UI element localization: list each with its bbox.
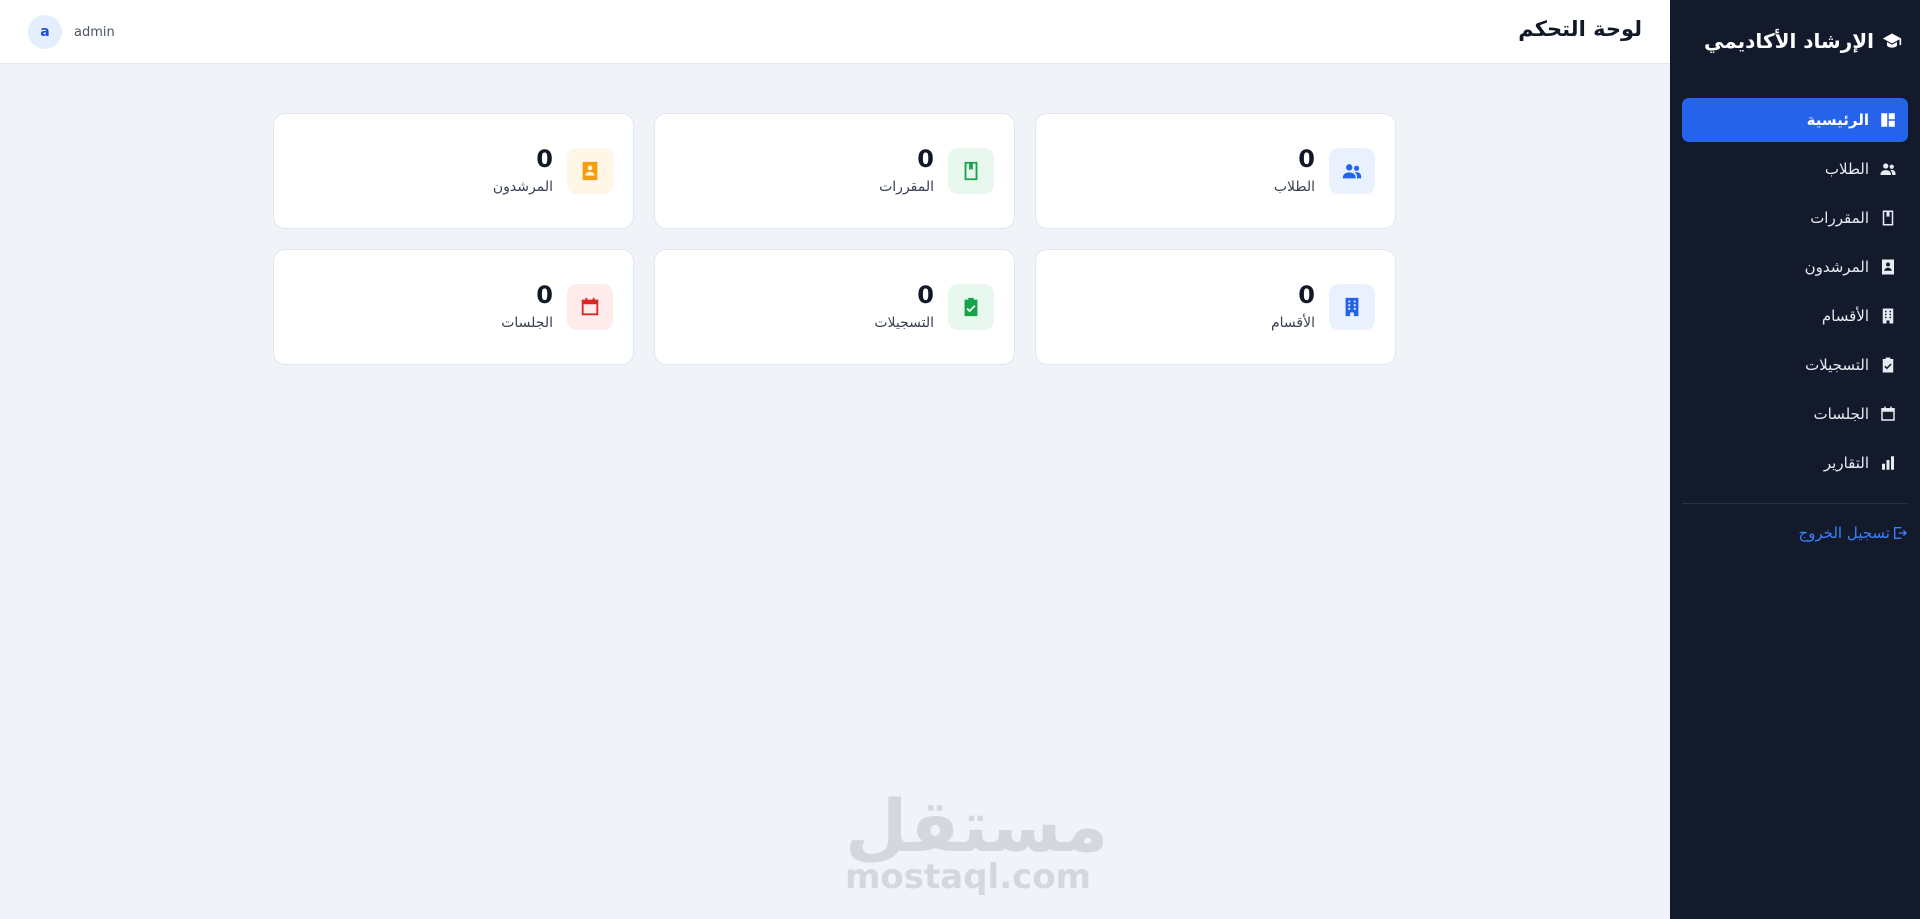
username: admin bbox=[74, 24, 115, 40]
sidebar-item-reports[interactable]: التقارير bbox=[1682, 441, 1908, 485]
user-menu[interactable]: a admin bbox=[28, 15, 115, 49]
watermark-latin: mostaql.com bbox=[845, 857, 1092, 897]
sidebar: الإرشاد الأكاديمي الرئيسية الطلاب المقرر… bbox=[1670, 0, 1920, 919]
stat-card-students[interactable]: 0 الطلاب bbox=[1035, 113, 1396, 229]
sidebar-item-home[interactable]: الرئيسية bbox=[1682, 98, 1908, 142]
stat-label: المرشدون bbox=[492, 179, 553, 195]
calendar-icon bbox=[581, 297, 599, 316]
sidebar-item-label: المرشدون bbox=[1804, 258, 1869, 276]
stat-icon-box bbox=[948, 148, 994, 194]
sidebar-item-label: الأقسام bbox=[1821, 307, 1869, 325]
stat-card-registrations[interactable]: 0 التسجيلات bbox=[654, 249, 1015, 365]
sidebar-item-sessions[interactable]: الجلسات bbox=[1682, 392, 1908, 436]
sidebar-item-label: المقررات bbox=[1810, 209, 1869, 227]
stat-icon-box bbox=[567, 148, 613, 194]
sidebar-item-registrations[interactable]: التسجيلات bbox=[1682, 343, 1908, 387]
stat-value: 0 bbox=[1298, 281, 1315, 309]
watermark-arabic: مستقل bbox=[845, 784, 1109, 868]
building-icon bbox=[1345, 297, 1359, 317]
clipboard-check-icon bbox=[964, 297, 978, 317]
logout-label: تسجيل الخروج bbox=[1798, 524, 1890, 542]
stat-text: 0 التسجيلات bbox=[874, 283, 934, 331]
sidebar-nav: الرئيسية الطلاب المقررات المرشدون الأقسا… bbox=[1682, 98, 1908, 485]
stat-label: الجلسات bbox=[501, 315, 553, 331]
stat-icon-box bbox=[1329, 284, 1375, 330]
sidebar-item-label: الجلسات bbox=[1813, 405, 1869, 423]
stat-card-courses[interactable]: 0 المقررات bbox=[654, 113, 1015, 229]
stat-value: 0 bbox=[917, 281, 934, 309]
stat-icon-box bbox=[567, 284, 613, 330]
sidebar-item-advisors[interactable]: المرشدون bbox=[1682, 245, 1908, 289]
book-icon bbox=[964, 161, 978, 181]
contact-card-icon bbox=[1882, 259, 1894, 275]
stat-value: 0 bbox=[1298, 145, 1315, 173]
brand-title: الإرشاد الأكاديمي bbox=[1704, 29, 1874, 53]
sidebar-divider bbox=[1682, 503, 1908, 504]
sidebar-item-courses[interactable]: المقررات bbox=[1682, 196, 1908, 240]
stat-icon-box bbox=[948, 284, 994, 330]
stat-text: 0 الجلسات bbox=[501, 283, 553, 331]
stat-text: 0 المرشدون bbox=[493, 147, 553, 195]
users-icon bbox=[1342, 164, 1362, 179]
stat-card-advisors[interactable]: 0 المرشدون bbox=[273, 113, 634, 229]
sidebar-item-label: الرئيسية bbox=[1806, 111, 1869, 129]
stat-icon-box bbox=[1329, 148, 1375, 194]
stat-label: التسجيلات bbox=[874, 315, 934, 331]
topbar: لوحة التحكم a admin bbox=[0, 0, 1670, 64]
users-icon bbox=[1880, 163, 1896, 175]
page-title: لوحة التحكم bbox=[1518, 17, 1642, 41]
sidebar-item-label: التسجيلات bbox=[1805, 356, 1869, 374]
stat-value: 0 bbox=[536, 145, 553, 173]
stat-label: المقررات bbox=[879, 179, 934, 195]
dashboard-icon bbox=[1881, 113, 1895, 127]
stat-text: 0 الأقسام bbox=[1271, 283, 1315, 331]
stat-card-sessions[interactable]: 0 الجلسات bbox=[273, 249, 634, 365]
building-icon bbox=[1882, 308, 1894, 324]
avatar[interactable]: a bbox=[28, 15, 62, 49]
logout-icon bbox=[1894, 527, 1907, 539]
stat-text: 0 المقررات bbox=[879, 147, 934, 195]
sidebar-item-label: التقارير bbox=[1823, 454, 1869, 472]
contact-card-icon bbox=[582, 161, 598, 181]
sidebar-item-departments[interactable]: الأقسام bbox=[1682, 294, 1908, 338]
stat-value: 0 bbox=[536, 281, 553, 309]
stat-card-departments[interactable]: 0 الأقسام bbox=[1035, 249, 1396, 365]
stat-label: الأقسام bbox=[1271, 315, 1315, 331]
sidebar-item-students[interactable]: الطلاب bbox=[1682, 147, 1908, 191]
brand[interactable]: الإرشاد الأكاديمي bbox=[1682, 0, 1908, 82]
sidebar-item-label: الطلاب bbox=[1824, 160, 1869, 178]
stat-value: 0 bbox=[917, 145, 934, 173]
watermark: مستقل mostaql.com bbox=[845, 784, 1109, 897]
calendar-icon bbox=[1881, 406, 1895, 421]
stat-text: 0 الطلاب bbox=[1274, 147, 1315, 195]
book-icon bbox=[1882, 210, 1894, 226]
logout-link[interactable]: تسجيل الخروج bbox=[1682, 514, 1908, 552]
stat-label: الطلاب bbox=[1273, 179, 1315, 195]
clipboard-check-icon bbox=[1882, 357, 1894, 373]
bar-chart-icon bbox=[1882, 456, 1894, 470]
stats-grid: 0 الطلاب 0 المقررات 0 المرشدون 0 الأقسام bbox=[273, 113, 1396, 365]
graduation-cap-icon bbox=[1882, 33, 1902, 48]
